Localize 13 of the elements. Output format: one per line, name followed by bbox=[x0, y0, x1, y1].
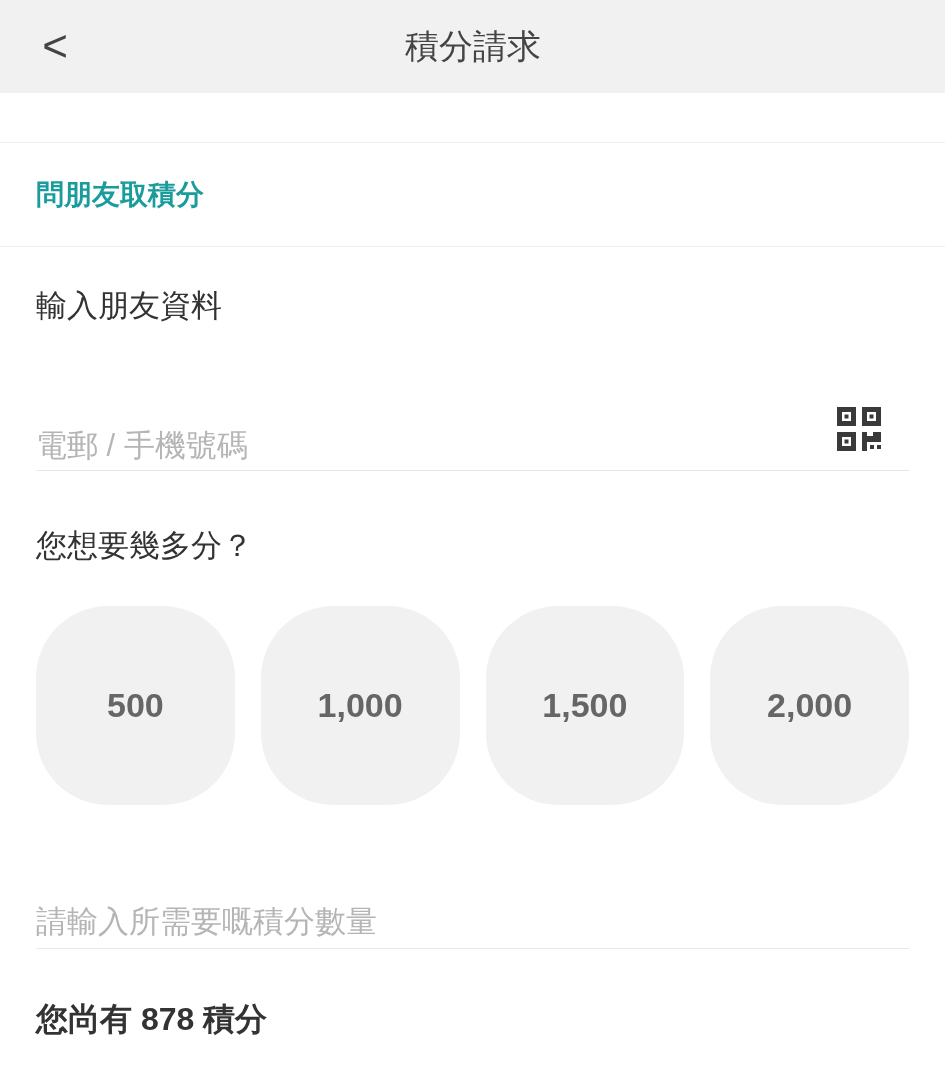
back-button[interactable]: < bbox=[30, 18, 80, 74]
amount-field[interactable]: 請輸入所需要嘅積分數量 bbox=[36, 896, 909, 949]
amount-option[interactable]: 1,500 bbox=[485, 605, 685, 805]
friend-label: 輸入朋友資料 bbox=[36, 288, 222, 323]
friend-field[interactable]: 電郵 / 手機號碼 bbox=[36, 399, 909, 471]
points-balance: 您尚有 878 積分 bbox=[36, 1000, 268, 1037]
amount-option[interactable]: 1,000 bbox=[260, 605, 460, 805]
page-title: 積分請求 bbox=[404, 26, 541, 67]
qr-code-icon[interactable] bbox=[835, 405, 883, 453]
amount-question: 您想要幾多分？ bbox=[36, 528, 253, 563]
amount-option[interactable]: 2,000 bbox=[710, 605, 909, 805]
section-title: 問朋友取積分 bbox=[36, 177, 204, 212]
amount-option[interactable]: 500 bbox=[36, 605, 235, 805]
